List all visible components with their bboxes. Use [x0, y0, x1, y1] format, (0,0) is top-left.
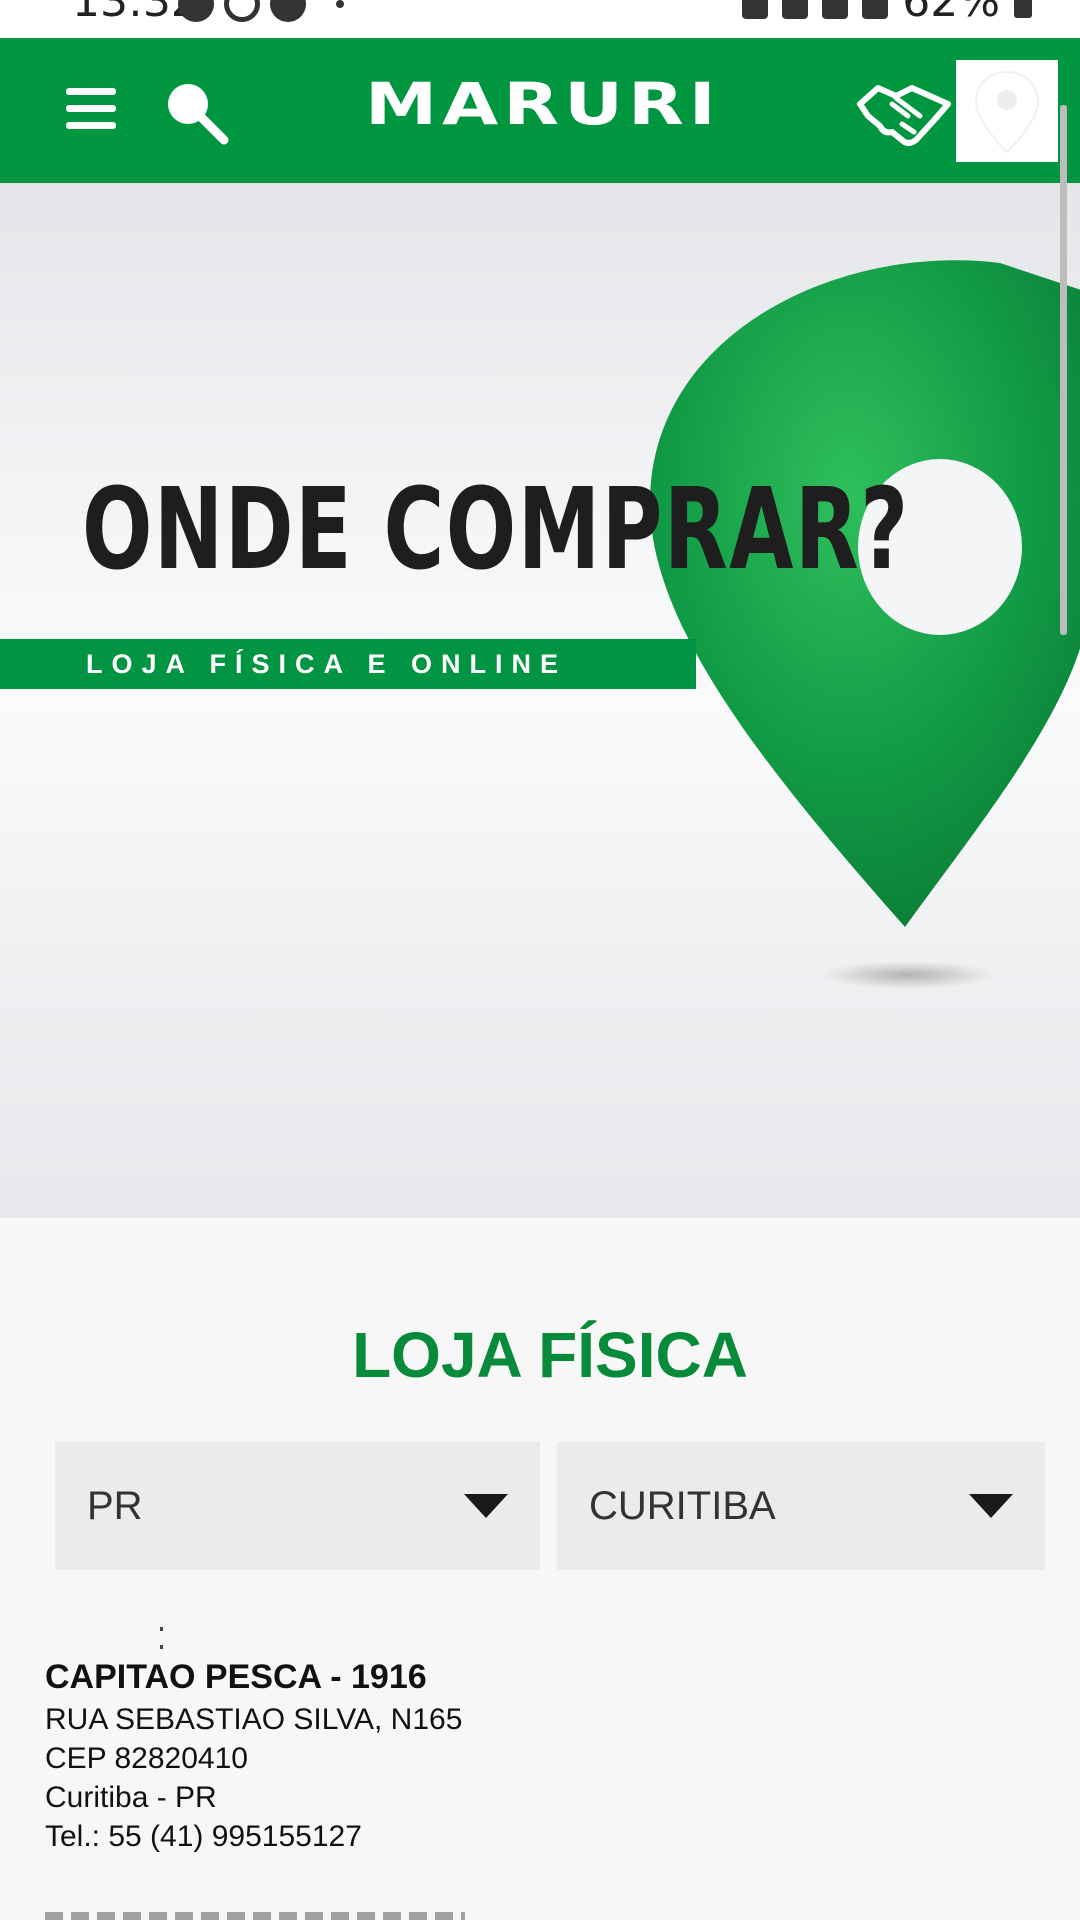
store-card: CAPITAO PESCA - 1916 RUA SEBASTIAO SILVA… — [45, 1654, 462, 1856]
hero-banner: ONDE COMPRAR? LOJA FÍSICA E ONLINE — [0, 183, 1080, 1218]
store-cep: CEP 82820410 — [45, 1742, 248, 1775]
state-select-value: PR — [87, 1484, 143, 1528]
menu-icon[interactable] — [66, 88, 116, 130]
store-phone[interactable]: Tel.: 55 (41) 995155127 — [45, 1817, 462, 1856]
notification-icons — [178, 0, 306, 22]
site-header: MARURI — [0, 38, 1080, 183]
next-store-cutoff — [45, 1912, 465, 1920]
chevron-down-icon — [464, 1494, 508, 1518]
whatsapp-icon — [178, 0, 214, 22]
battery-icon — [1014, 0, 1032, 18]
status-right: 62% — [742, 0, 1032, 27]
store-city: Curitiba - PR — [45, 1781, 217, 1814]
signal-icon — [862, 0, 889, 19]
hero-title: ONDE COMPRAR? — [82, 465, 910, 595]
city-select[interactable]: CURITIBA — [557, 1442, 1045, 1570]
nfc-icon — [742, 0, 769, 19]
page-scrollbar-thumb[interactable] — [1060, 105, 1067, 635]
more-notifications-icon — [336, 0, 344, 8]
store-name: CAPITAO PESCA - 1916 — [45, 1658, 427, 1696]
site-logo[interactable]: MARURI — [365, 70, 721, 138]
record-icon — [224, 0, 260, 22]
state-select[interactable]: PR — [55, 1442, 540, 1570]
city-select-value: CURITIBA — [589, 1484, 776, 1528]
search-icon[interactable] — [162, 78, 232, 148]
location-pin-icon[interactable] — [956, 60, 1058, 162]
wifi-icon — [822, 0, 849, 19]
hero-location-pin-graphic — [650, 260, 1080, 989]
chevron-down-icon — [969, 1494, 1013, 1518]
status-bar: 13:32 62% — [0, 0, 1080, 38]
app-icon — [270, 0, 306, 22]
handshake-icon[interactable] — [856, 74, 952, 154]
hero-subtitle: LOJA FÍSICA E ONLINE — [86, 649, 568, 679]
alarm-icon — [782, 0, 809, 19]
section-title: LOJA FÍSICA — [352, 1319, 748, 1391]
store-address: RUA SEBASTIAO SILVA, N165 — [45, 1703, 463, 1736]
clipped-text-fragment — [160, 1618, 202, 1649]
battery-level: 62% — [902, 0, 1000, 27]
